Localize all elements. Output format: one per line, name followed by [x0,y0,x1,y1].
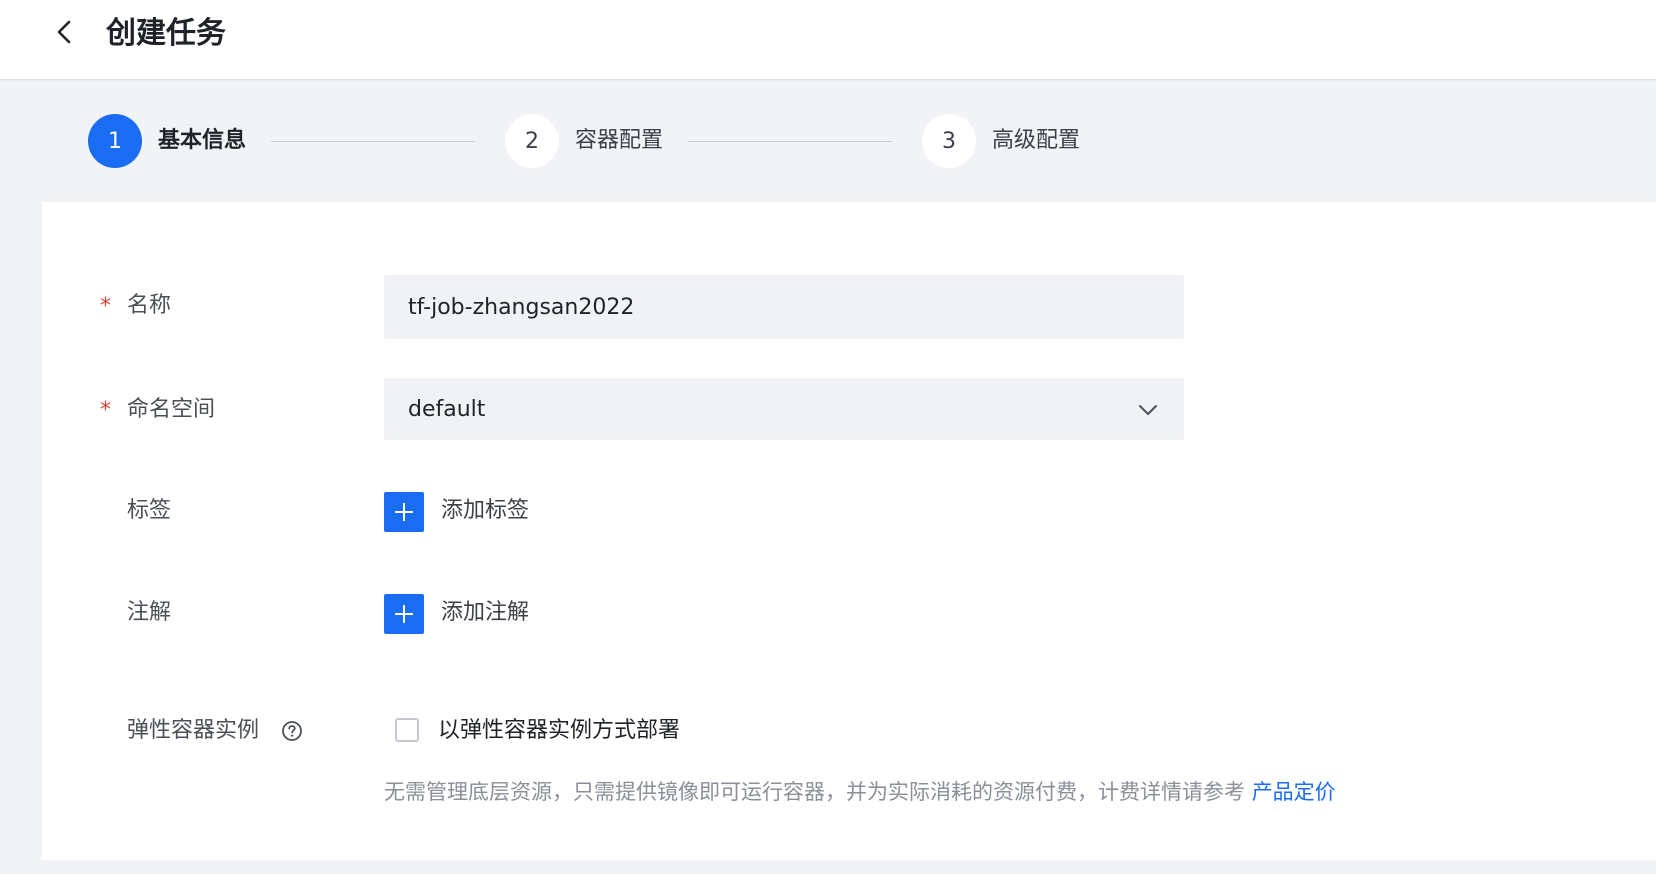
step-3-number: 3 [922,114,976,168]
add-annotation-button[interactable] [384,594,424,634]
product-pricing-link[interactable]: 产品定价 [1252,780,1336,804]
description-text: 无需管理底层资源，只需提供镜像即可运行容器，并为实际消耗的资源付费，计费详情请参… [384,780,1245,804]
required-mark: * [100,398,111,423]
elastic-instance-label: 弹性容器实例 [127,718,260,743]
name-input[interactable]: tf-job-zhangsan2022 [384,275,1184,339]
annotations-label: 注解 [127,600,172,625]
elastic-instance-description: 无需管理底层资源，只需提供镜像即可运行容器，并为实际消耗的资源付费，计费详情请参… [384,776,1336,808]
namespace-select[interactable]: default [384,378,1184,440]
name-label: 名称 [127,293,172,318]
required-mark: * [100,294,111,319]
add-annotation-text[interactable]: 添加注解 [441,597,529,629]
chevron-down-icon [1136,398,1160,422]
question-circle-icon[interactable] [281,720,303,742]
step-1-number: 1 [88,114,142,168]
name-input-value: tf-job-zhangsan2022 [408,294,635,320]
step-divider [271,141,475,142]
step-2-number: 2 [505,114,559,168]
top-bar: 创建任务 [0,0,1656,79]
namespace-label: 命名空间 [127,397,216,422]
add-label-text[interactable]: 添加标签 [441,495,529,527]
plus-icon [395,605,413,623]
step-divider [688,141,892,142]
chevron-left-icon[interactable] [50,17,80,47]
step-1-label: 基本信息 [158,128,247,153]
step-3-label: 高级配置 [992,128,1081,153]
add-label-button[interactable] [384,492,424,532]
elastic-instance-checkbox[interactable] [395,718,419,742]
elastic-instance-checkbox-label[interactable]: 以弹性容器实例方式部署 [438,715,680,747]
labels-label: 标签 [127,498,172,523]
namespace-selected-value: default [408,396,486,422]
step-2-label: 容器配置 [575,128,664,153]
page-title: 创建任务 [106,16,226,51]
plus-icon [395,503,413,521]
